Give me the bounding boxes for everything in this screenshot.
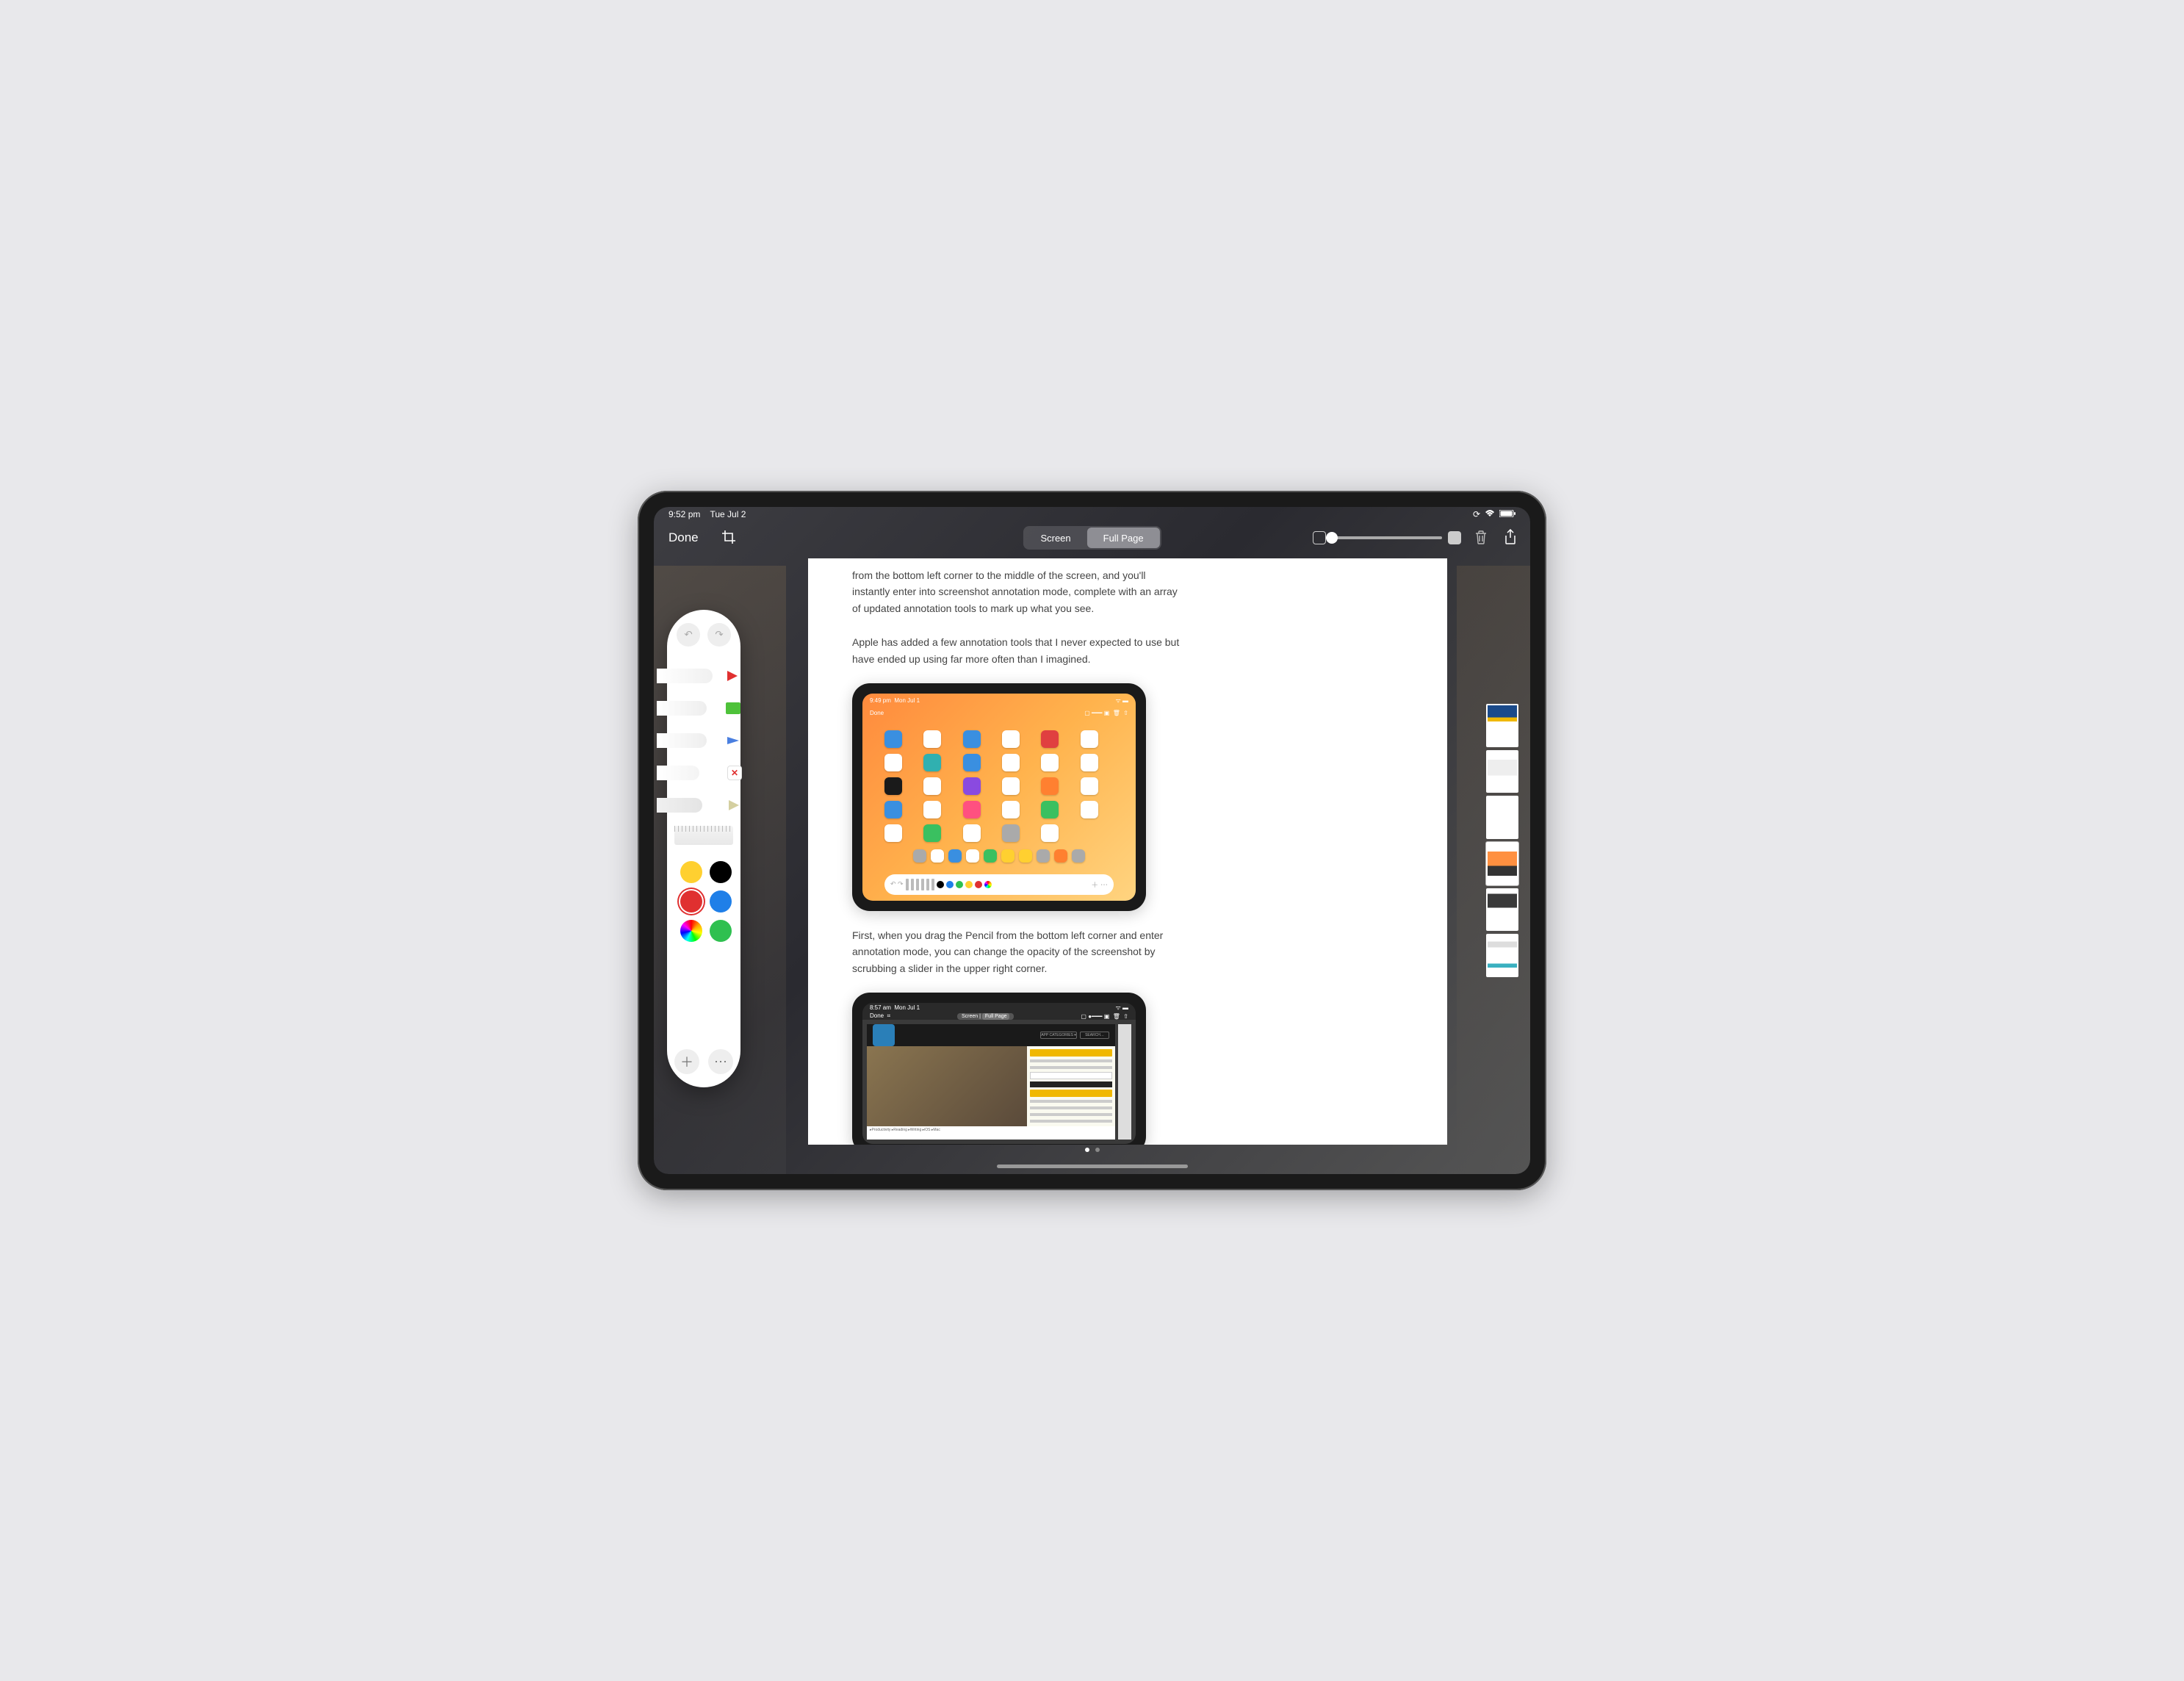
- segment-screen[interactable]: Screen: [1024, 528, 1086, 548]
- embedded-tool-palette: ↶ ↷ ＋ ⋯: [884, 874, 1114, 895]
- embedded-status-bar: 8:57 am Mon Jul 1 ᯤ ▬: [862, 1003, 1136, 1012]
- embedded-topbar: Done ▢ ━━━ ▣ 🗑 ⇧: [862, 708, 1136, 719]
- opacity-min-icon: [1313, 531, 1326, 544]
- undo-button[interactable]: ↶: [677, 623, 700, 647]
- embedded-right-icons: ▢ ━━━ ▣ 🗑 ⇧: [1084, 710, 1128, 716]
- embedded-screenshot-light: 9:49 pm Mon Jul 1 ᯤ ▬ Done ▢ ━━━ ▣ 🗑 ⇧: [852, 683, 1146, 911]
- status-bar: 9:52 pm Tue Jul 2 ⟳: [654, 507, 1530, 522]
- redo-icon: ↷: [715, 629, 723, 641]
- embedded-screenshot-dark: 8:57 am Mon Jul 1 ᯤ ▬ Done ⌗ Screen | Fu…: [852, 993, 1146, 1145]
- loading-icon: ⟳: [1473, 509, 1480, 519]
- eraser-tool[interactable]: ✕: [667, 757, 733, 789]
- page-thumbnail[interactable]: [1486, 934, 1518, 977]
- plus-icon: ＋: [680, 1052, 693, 1071]
- page-thumbnail-strip: [1486, 704, 1524, 977]
- embedded-screen-light: 9:49 pm Mon Jul 1 ᯤ ▬ Done ▢ ━━━ ▣ 🗑 ⇧: [862, 694, 1136, 901]
- redo-button[interactable]: ↷: [707, 623, 731, 647]
- ellipsis-icon: ⋯: [714, 1054, 727, 1070]
- markup-top-bar: Done Screen Full Page: [654, 522, 1530, 554]
- embedded-screen-dark: 8:57 am Mon Jul 1 ᯤ ▬ Done ⌗ Screen | Fu…: [862, 1003, 1136, 1144]
- ipad-screen: 9:52 pm Tue Jul 2 ⟳ Done: [654, 507, 1530, 1174]
- status-right: ⟳: [1473, 509, 1516, 519]
- embedded-thumbstrip: [1118, 1024, 1131, 1140]
- wifi-icon: [1485, 509, 1495, 519]
- segment-full-page[interactable]: Full Page: [1087, 528, 1160, 548]
- page-dot: [1095, 1148, 1100, 1152]
- color-picker[interactable]: [680, 920, 702, 942]
- embedded-sidebar: [1027, 1046, 1115, 1126]
- color-yellow[interactable]: [680, 861, 702, 883]
- embedded-done-label: Done: [870, 710, 884, 716]
- embedded-status-bar: 9:49 pm Mon Jul 1 ᯤ ▬: [862, 694, 1136, 708]
- embedded-dark-body: APP CATEGORIES ▾ SEARCH…: [862, 1020, 1136, 1144]
- embedded-browser: APP CATEGORIES ▾ SEARCH…: [867, 1024, 1115, 1140]
- opacity-max-icon: [1448, 531, 1461, 544]
- embedded-dock: [862, 849, 1136, 871]
- page-indicator: [1085, 1148, 1100, 1152]
- view-mode-segmented-control: Screen Full Page: [1023, 526, 1161, 550]
- highlighter-tool[interactable]: [667, 692, 733, 724]
- lasso-tool[interactable]: [667, 789, 733, 821]
- ipad-device-frame: 9:52 pm Tue Jul 2 ⟳ Done: [638, 491, 1546, 1190]
- pencil-tool[interactable]: [667, 724, 733, 757]
- pen-tool[interactable]: [667, 660, 733, 692]
- status-time: 9:52 pm: [668, 509, 700, 519]
- share-icon: [1504, 529, 1517, 547]
- embedded-homescreen-icons: [862, 719, 1136, 849]
- crop-button[interactable]: [718, 527, 740, 549]
- topbar-right-controls: [1313, 528, 1520, 547]
- canvas-area[interactable]: from the bottom left corner to the middl…: [779, 558, 1449, 1145]
- color-black[interactable]: [710, 861, 732, 883]
- add-button[interactable]: ＋: [674, 1049, 699, 1074]
- markup-tool-palette: ↶ ↷ ✕: [667, 610, 740, 1087]
- page-thumbnail[interactable]: [1486, 704, 1518, 747]
- color-green[interactable]: [710, 920, 732, 942]
- page-dot: [1085, 1148, 1089, 1152]
- page-thumbnail[interactable]: [1486, 750, 1518, 793]
- embedded-photo: [867, 1046, 1027, 1126]
- page-thumbnail[interactable]: [1486, 888, 1518, 932]
- crop-icon: [721, 530, 736, 547]
- article-paragraph: First, when you drag the Pencil from the…: [808, 918, 1219, 985]
- article-paragraph: from the bottom left corner to the middl…: [808, 558, 1219, 625]
- article-paragraph: Apple has added a few annotation tools t…: [808, 625, 1219, 676]
- color-swatches: [667, 855, 740, 948]
- trash-icon: [1474, 530, 1488, 547]
- page-thumbnail[interactable]: [1486, 796, 1518, 839]
- battery-icon: [1499, 509, 1516, 519]
- ruler-tool[interactable]: [674, 826, 733, 845]
- wifi-icon: ᯤ ▬: [1115, 696, 1128, 705]
- embedded-logo: [873, 1024, 895, 1046]
- undo-icon: ↶: [684, 629, 692, 641]
- delete-button[interactable]: [1471, 528, 1491, 547]
- more-button[interactable]: ⋯: [708, 1049, 733, 1074]
- status-left: 9:52 pm Tue Jul 2: [668, 509, 746, 519]
- embedded-topbar: Done ⌗ Screen | Full Page ▢ ●━━━ ▣ 🗑 ⇧: [862, 1012, 1136, 1020]
- drawing-tools: ✕: [667, 660, 740, 821]
- page-thumbnail[interactable]: [1486, 842, 1518, 885]
- home-indicator[interactable]: [997, 1165, 1188, 1168]
- opacity-slider-knob[interactable]: [1326, 532, 1338, 544]
- share-button[interactable]: [1501, 528, 1520, 547]
- opacity-slider[interactable]: [1313, 531, 1461, 544]
- done-button[interactable]: Done: [664, 528, 703, 548]
- color-blue[interactable]: [710, 890, 732, 913]
- status-date: Tue Jul 2: [710, 509, 746, 519]
- color-red[interactable]: [680, 890, 702, 913]
- captured-page: from the bottom left corner to the middl…: [808, 558, 1447, 1145]
- opacity-slider-track[interactable]: [1332, 536, 1442, 539]
